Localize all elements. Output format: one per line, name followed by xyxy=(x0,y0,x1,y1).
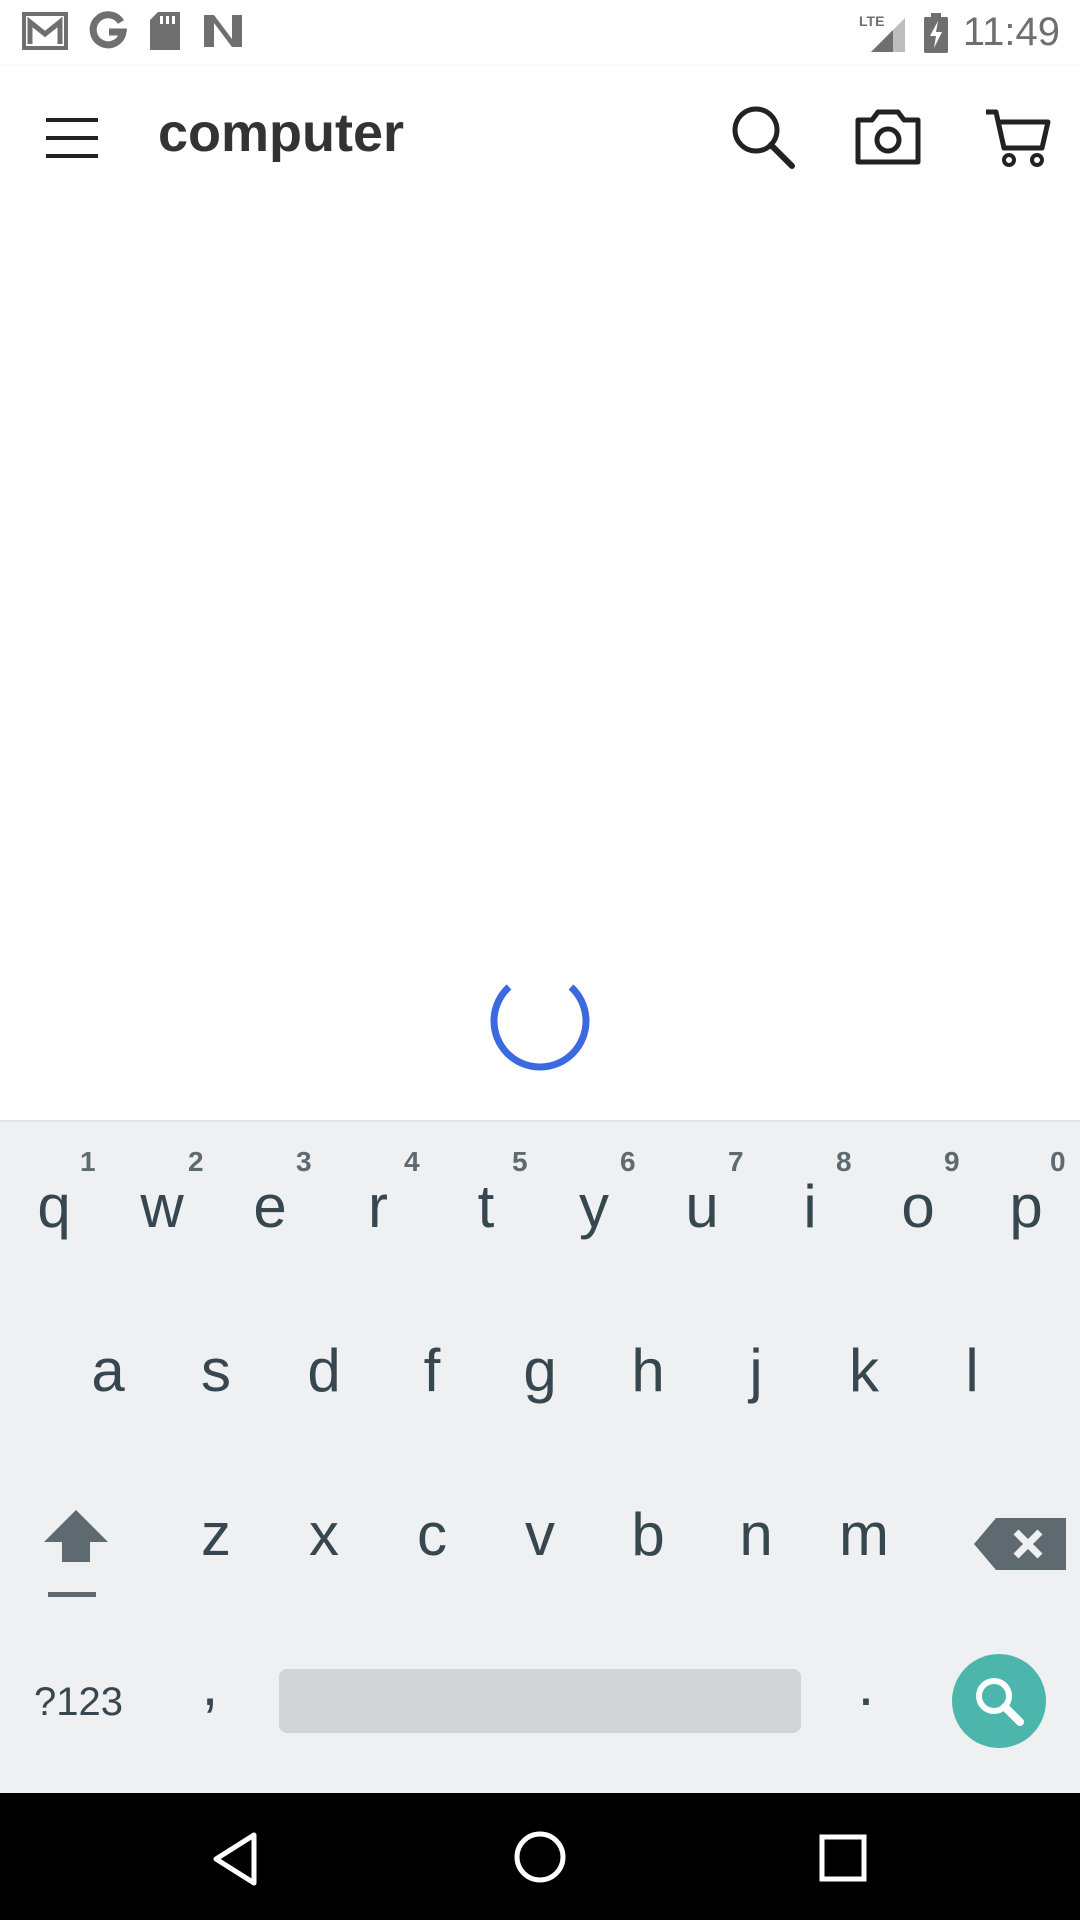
key-t[interactable]: t xyxy=(442,1172,530,1241)
key-o[interactable]: o xyxy=(874,1172,962,1241)
recents-icon[interactable] xyxy=(818,1833,868,1883)
key-n[interactable]: n xyxy=(712,1500,800,1569)
key-u[interactable]: u xyxy=(658,1172,746,1241)
key-d[interactable]: d xyxy=(280,1336,368,1405)
camera-button[interactable] xyxy=(852,100,924,172)
key-f[interactable]: f xyxy=(388,1336,476,1405)
svg-text:LTE: LTE xyxy=(859,13,884,29)
backspace-icon xyxy=(974,1518,1066,1570)
navigation-bar xyxy=(0,1793,1080,1920)
status-bar: LTE 11:49 xyxy=(0,0,1080,66)
key-z[interactable]: z xyxy=(172,1500,260,1569)
cart-button[interactable] xyxy=(982,100,1054,172)
n-app-icon xyxy=(204,15,242,47)
symbols-key[interactable]: ?123 xyxy=(34,1680,123,1725)
menu-button[interactable] xyxy=(44,110,100,166)
key-r[interactable]: r xyxy=(334,1172,422,1241)
shift-icon xyxy=(44,1510,108,1597)
backspace-key[interactable] xyxy=(972,1512,1072,1576)
key-a[interactable]: a xyxy=(64,1336,152,1405)
key-q[interactable]: q xyxy=(10,1172,98,1241)
clock: 11:49 xyxy=(962,10,1060,54)
key-p[interactable]: p xyxy=(982,1172,1070,1241)
menu-icon xyxy=(46,118,98,158)
key-c[interactable]: c xyxy=(388,1500,476,1569)
key-i[interactable]: i xyxy=(766,1172,854,1241)
key-w[interactable]: w xyxy=(118,1172,206,1241)
google-icon xyxy=(89,11,128,49)
key-m[interactable]: m xyxy=(820,1500,908,1569)
key-g[interactable]: g xyxy=(496,1336,584,1405)
soft-keyboard: 1 2 3 4 5 6 7 8 9 0 q w e r t y u i o p … xyxy=(0,1120,1080,1795)
sd-card-icon xyxy=(150,12,180,50)
key-y[interactable]: y xyxy=(550,1172,638,1241)
search-query[interactable]: computer xyxy=(158,102,404,164)
search-icon xyxy=(732,106,795,169)
key-s[interactable]: s xyxy=(172,1336,260,1405)
loading-spinner-icon xyxy=(490,984,590,1071)
key-l[interactable]: l xyxy=(928,1336,1016,1405)
comma-key[interactable]: , xyxy=(180,1650,240,1719)
battery-charging-icon xyxy=(923,12,948,53)
search-button[interactable] xyxy=(726,100,798,172)
back-icon[interactable] xyxy=(210,1831,260,1887)
gmail-icon xyxy=(22,12,68,50)
key-x[interactable]: x xyxy=(280,1500,368,1569)
shift-key[interactable] xyxy=(36,1502,116,1602)
cart-icon xyxy=(986,109,1051,167)
space-key[interactable] xyxy=(279,1669,801,1733)
key-h[interactable]: h xyxy=(604,1336,692,1405)
keyboard-search-key[interactable] xyxy=(952,1654,1046,1748)
period-key[interactable]: . xyxy=(836,1650,896,1719)
key-e[interactable]: e xyxy=(226,1172,314,1241)
home-icon[interactable] xyxy=(512,1829,568,1885)
signal-icon: LTE xyxy=(859,13,905,52)
key-k[interactable]: k xyxy=(820,1336,908,1405)
key-v[interactable]: v xyxy=(496,1500,584,1569)
app-bar: computer xyxy=(0,66,1080,210)
search-icon xyxy=(976,1678,1024,1726)
key-j[interactable]: j xyxy=(712,1336,800,1405)
key-b[interactable]: b xyxy=(604,1500,692,1569)
notification-icons xyxy=(22,10,244,52)
camera-icon xyxy=(855,109,921,165)
